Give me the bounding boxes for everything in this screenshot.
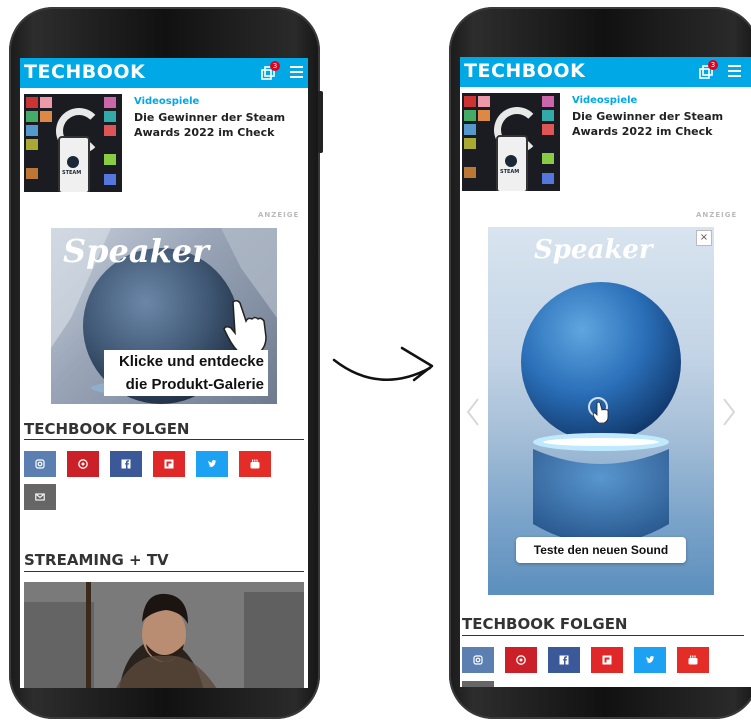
ad-cta-button[interactable]: Teste den neuen Sound <box>516 537 686 563</box>
top-bar: TECHBOOK 3 <box>20 58 308 88</box>
divider <box>24 439 304 440</box>
ad-brand: Speaker <box>534 235 653 265</box>
chevron-left-icon[interactable] <box>466 397 480 427</box>
notification-badge: 3 <box>708 60 718 70</box>
ad-label: ANZEIGE <box>258 211 300 219</box>
streaming-section-title: STREAMING + TV <box>24 551 169 569</box>
instagram-button[interactable] <box>462 647 494 673</box>
youtube-button[interactable] <box>677 647 709 673</box>
article-teaser[interactable]: STEAM Videospiele Die Gewinner der Steam… <box>24 94 304 194</box>
youtube-icon <box>688 655 698 665</box>
steam-label: STEAM <box>62 170 82 176</box>
screen-right: TECHBOOK 3 STEAM Videospiele Die Gewinne… <box>460 57 751 687</box>
game-of-thrones-image <box>24 582 304 688</box>
facebook-icon <box>559 655 569 665</box>
follow-section-title: TECHBOOK FOLGEN <box>24 420 190 438</box>
ad-close-button[interactable]: × <box>696 230 712 246</box>
twitter-icon <box>646 655 655 664</box>
flipboard-button[interactable] <box>153 451 185 477</box>
phone-left: TECHBOOK 3 STEAM Videospiele Die Gewinne… <box>9 7 320 719</box>
divider <box>462 635 744 636</box>
email-icon <box>35 493 45 501</box>
logo[interactable]: TECHBOOK <box>464 60 585 82</box>
ad-cta-line1[interactable]: Klicke und entdecke <box>104 350 268 374</box>
chevron-right-icon[interactable] <box>722 397 736 427</box>
pinterest-button[interactable] <box>505 647 537 673</box>
youtube-icon <box>250 459 260 469</box>
instagram-icon <box>35 459 45 469</box>
speaker-ad-banner[interactable]: Speaker Klicke und entdecke die Produkt-… <box>51 228 277 404</box>
article-thumbnail[interactable]: STEAM <box>24 94 122 192</box>
facebook-button[interactable] <box>110 451 142 477</box>
pinterest-icon <box>78 459 88 469</box>
top-bar: TECHBOOK 3 <box>460 57 751 87</box>
phone-right: TECHBOOK 3 STEAM Videospiele Die Gewinne… <box>449 7 751 719</box>
article-kicker[interactable]: Videospiele <box>134 96 199 107</box>
article-kicker[interactable]: Videospiele <box>572 95 637 106</box>
hamburger-menu-icon[interactable] <box>290 66 303 79</box>
hamburger-menu-icon[interactable] <box>728 65 741 78</box>
hand-pointer-icon <box>223 299 267 356</box>
youtube-button[interactable] <box>239 451 271 477</box>
twitter-icon <box>208 459 217 468</box>
article-headline[interactable]: Die Gewinner der Steam Awards 2022 im Ch… <box>572 109 742 139</box>
twitter-button[interactable] <box>634 647 666 673</box>
flipboard-button[interactable] <box>591 647 623 673</box>
ad-label: ANZEIGE <box>696 211 738 219</box>
facebook-icon <box>121 459 131 469</box>
streaming-article-image[interactable] <box>24 582 304 688</box>
ad-cta-line2[interactable]: die Produkt-Galerie <box>104 374 268 396</box>
article-headline[interactable]: Die Gewinner der Steam Awards 2022 im Ch… <box>134 110 304 140</box>
article-teaser[interactable]: STEAM Videospiele Die Gewinner der Steam… <box>462 93 742 193</box>
hand-pointer-icon <box>592 401 609 423</box>
phone-side-button <box>318 91 323 153</box>
divider <box>24 571 304 572</box>
transition-arrow-icon <box>332 346 434 382</box>
twitter-button[interactable] <box>196 451 228 477</box>
screen-left: TECHBOOK 3 STEAM Videospiele Die Gewinne… <box>20 58 308 688</box>
instagram-icon <box>473 655 483 665</box>
pinterest-icon <box>516 655 526 665</box>
facebook-button[interactable] <box>548 647 580 673</box>
flipboard-icon <box>164 459 174 469</box>
speaker-ad-expanded[interactable]: Speaker × Teste den neuen Sound <box>488 227 714 595</box>
pinterest-button[interactable] <box>67 451 99 477</box>
logo[interactable]: TECHBOOK <box>24 61 145 83</box>
email-button[interactable] <box>24 484 56 510</box>
steam-label: STEAM <box>500 169 520 175</box>
article-thumbnail[interactable]: STEAM <box>462 93 560 191</box>
flipboard-icon <box>602 655 612 665</box>
ad-brand: Speaker <box>63 232 209 270</box>
instagram-button[interactable] <box>24 451 56 477</box>
notification-badge: 3 <box>270 61 280 71</box>
follow-section-title: TECHBOOK FOLGEN <box>462 615 628 633</box>
email-button[interactable] <box>462 681 494 687</box>
